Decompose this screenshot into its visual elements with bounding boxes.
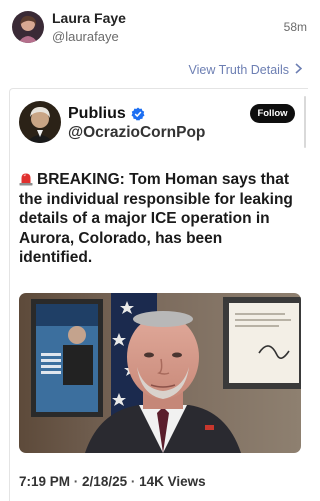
outer-avatar[interactable] [12,11,44,43]
view-truth-details-link[interactable]: View Truth Details [188,63,303,77]
post-meta: 7:19 PM · 2/18/25 · 14K Views [19,474,206,489]
chevron-right-icon [295,63,303,77]
post-body-text: BREAKING: Tom Homan says that the indivi… [19,170,299,268]
follow-button[interactable]: Follow [250,104,295,123]
embedded-handle[interactable]: @OcrazioCornPop [68,124,205,142]
siren-icon [19,172,33,186]
scroll-indicator [304,96,306,148]
post-views: 14K Views [139,474,206,489]
post-date: 2/18/25 [82,474,128,489]
details-link-label: View Truth Details [188,63,289,77]
outer-display-name[interactable]: Laura Faye [52,10,126,26]
embedded-display-name[interactable]: Publius [68,105,145,123]
post-time-ago: 58m [283,20,307,34]
verified-check-icon [131,107,145,121]
post-time: 7:19 PM [19,474,71,489]
embedded-name-label: Publius [68,105,126,122]
post-media-image[interactable] [19,293,301,453]
outer-handle[interactable]: @laurafaye [52,29,119,44]
embedded-avatar[interactable] [19,101,61,143]
post-body-content: BREAKING: Tom Homan says that the indivi… [19,171,293,266]
